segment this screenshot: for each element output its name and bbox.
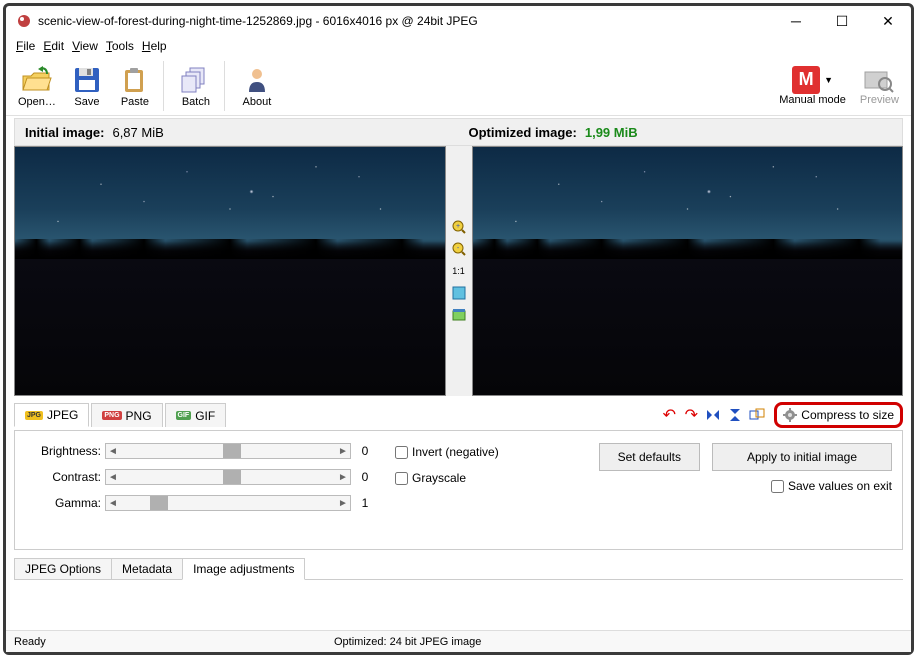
floppy-disk-icon xyxy=(71,64,103,96)
titlebar: scenic-view-of-forest-during-night-time-… xyxy=(6,6,911,36)
gif-icon: GIF xyxy=(176,411,192,420)
initial-image-panel[interactable] xyxy=(14,146,446,396)
right-arrow-icon[interactable]: ► xyxy=(336,472,350,483)
statusbar: Ready Optimized: 24 bit JPEG image xyxy=(6,630,911,652)
resize-icon[interactable] xyxy=(748,406,766,424)
svg-text:+: + xyxy=(455,223,459,230)
left-arrow-icon[interactable]: ◄ xyxy=(106,498,120,509)
contrast-value: 0 xyxy=(355,470,375,484)
invert-checkbox[interactable]: Invert (negative) xyxy=(395,445,499,459)
tab-png[interactable]: PNGPNG xyxy=(91,403,162,427)
brightness-slider[interactable]: ◄► xyxy=(105,443,351,459)
menubar: File Edit View Tools Help xyxy=(6,36,911,56)
png-icon: PNG xyxy=(102,411,121,420)
open-folder-icon xyxy=(21,64,53,96)
jpeg-icon: JPG xyxy=(25,411,43,420)
save-button[interactable]: Save xyxy=(64,58,110,114)
gamma-slider[interactable]: ◄► xyxy=(105,495,351,511)
save-on-exit-checkbox[interactable]: Save values on exit xyxy=(771,479,892,493)
menu-view[interactable]: View xyxy=(72,39,98,53)
open-button[interactable]: Open… xyxy=(12,58,62,114)
status-optimized: Optimized: 24 bit JPEG image xyxy=(334,636,481,648)
apply-button[interactable]: Apply to initial image xyxy=(712,443,892,471)
format-tabbar: JPGJPEG PNGPNG GIFGIF ↶ ↷ Compress to si… xyxy=(14,400,903,430)
optimized-size: 1,99 MiB xyxy=(585,125,638,140)
size-info-bar: Initial image: 6,87 MiB Optimized image:… xyxy=(14,118,903,146)
separator xyxy=(224,61,229,111)
flip-vertical-icon[interactable] xyxy=(726,406,744,424)
app-window: scenic-view-of-forest-during-night-time-… xyxy=(3,3,914,655)
chevron-down-icon: ▼ xyxy=(824,75,833,85)
toolbar: Open… Save Paste Batch About M▼ Manual m… xyxy=(6,56,911,116)
bottom-tabs: JPEG Options Metadata Image adjustments xyxy=(14,554,903,580)
close-button[interactable]: ✕ xyxy=(865,6,911,36)
zoom-in-icon[interactable]: + xyxy=(451,219,467,235)
manual-mode-icon: M xyxy=(792,66,820,94)
zoom-1to1[interactable]: 1:1 xyxy=(451,263,467,279)
fit-image-icon[interactable] xyxy=(451,285,467,301)
preview-button: Preview xyxy=(854,64,905,108)
menu-file[interactable]: File xyxy=(16,39,35,53)
minimize-button[interactable]: ─ xyxy=(773,6,819,36)
gamma-label: Gamma: xyxy=(25,496,101,510)
brightness-label: Brightness: xyxy=(25,444,101,458)
window-title: scenic-view-of-forest-during-night-time-… xyxy=(38,14,773,28)
about-button[interactable]: About xyxy=(234,58,280,114)
rotate-ccw-icon[interactable]: ↶ xyxy=(660,406,678,424)
app-icon xyxy=(16,13,32,29)
contrast-slider[interactable]: ◄► xyxy=(105,469,351,485)
menu-edit[interactable]: Edit xyxy=(43,39,64,53)
rotate-cw-icon[interactable]: ↷ xyxy=(682,406,700,424)
fit-window-icon[interactable] xyxy=(451,307,467,323)
zoom-out-icon[interactable]: - xyxy=(451,241,467,257)
optimized-image-panel[interactable] xyxy=(472,146,904,396)
gamma-value: 1 xyxy=(355,496,375,510)
tab-gif[interactable]: GIFGIF xyxy=(165,403,227,427)
image-compare: + - 1:1 xyxy=(14,146,903,396)
tab-jpeg-options[interactable]: JPEG Options xyxy=(14,558,112,580)
batch-icon xyxy=(180,64,212,96)
menu-tools[interactable]: Tools xyxy=(106,39,134,53)
left-arrow-icon[interactable]: ◄ xyxy=(106,446,120,457)
tab-metadata[interactable]: Metadata xyxy=(111,558,183,580)
paste-button[interactable]: Paste xyxy=(112,58,158,114)
grayscale-checkbox[interactable]: Grayscale xyxy=(395,471,499,485)
set-defaults-button[interactable]: Set defaults xyxy=(599,443,700,471)
optimized-label: Optimized image: xyxy=(469,125,577,140)
tab-image-adjustments[interactable]: Image adjustments xyxy=(182,558,305,580)
right-arrow-icon[interactable]: ► xyxy=(336,446,350,457)
initial-label: Initial image: xyxy=(25,125,104,140)
maximize-button[interactable]: ☐ xyxy=(819,6,865,36)
separator xyxy=(163,61,168,111)
flip-horizontal-icon[interactable] xyxy=(704,406,722,424)
adjustments-panel: Brightness: ◄► 0 Contrast: ◄► 0 Gamma: ◄… xyxy=(14,430,903,550)
left-arrow-icon[interactable]: ◄ xyxy=(106,472,120,483)
compress-to-size-button[interactable]: Compress to size xyxy=(774,402,903,428)
menu-help[interactable]: Help xyxy=(142,39,167,53)
brightness-value: 0 xyxy=(355,444,375,458)
status-ready: Ready xyxy=(14,636,334,648)
magnifier-icon xyxy=(863,66,895,94)
tab-jpeg[interactable]: JPGJPEG xyxy=(14,403,89,427)
person-icon xyxy=(241,64,273,96)
clipboard-icon xyxy=(119,64,151,96)
zoom-tools: + - 1:1 xyxy=(446,146,472,396)
gear-icon xyxy=(783,408,797,422)
contrast-label: Contrast: xyxy=(25,470,101,484)
batch-button[interactable]: Batch xyxy=(173,58,219,114)
right-arrow-icon[interactable]: ► xyxy=(336,498,350,509)
initial-size: 6,87 MiB xyxy=(112,125,163,140)
mode-selector[interactable]: M▼ Manual mode xyxy=(773,64,852,108)
